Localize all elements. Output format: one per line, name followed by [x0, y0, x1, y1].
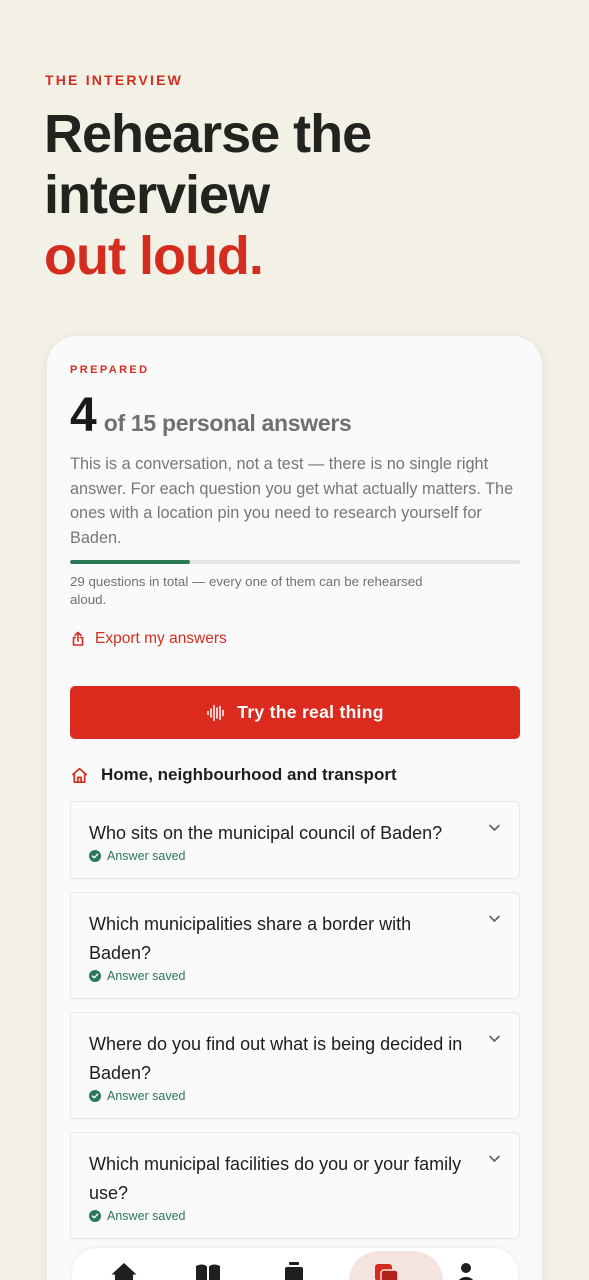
question-card[interactable]: Where do you find out what is being deci… — [70, 1012, 520, 1119]
question-list: Who sits on the municipal council of Bad… — [70, 801, 520, 1252]
eyebrow-label: THE INTERVIEW — [45, 72, 184, 88]
progress-bar-fill — [70, 560, 191, 564]
headline-line-1: Rehearse the — [44, 104, 372, 164]
home-icon — [70, 766, 89, 785]
answer-count-number: 4 — [70, 389, 97, 442]
answer-status-label: Answer saved — [107, 849, 186, 863]
question-text: Which municipal facilities do you or you… — [89, 1154, 462, 1203]
check-circle-icon — [89, 1090, 101, 1102]
document-icon — [279, 1248, 309, 1280]
section-title: Home, neighbourhood and transport — [101, 765, 397, 784]
person-icon — [451, 1248, 481, 1280]
share-icon — [70, 631, 86, 647]
progress-note: 29 questions in total — every one of the… — [70, 574, 423, 607]
page-headline: Rehearse the interview out loud. — [44, 104, 372, 287]
answer-status-label: Answer saved — [107, 1209, 186, 1223]
question-card[interactable]: Which municipalities share a border with… — [70, 892, 520, 999]
book-icon — [193, 1248, 223, 1280]
progress-bar — [70, 560, 520, 564]
tab-profile[interactable] — [436, 1248, 496, 1280]
bottom-tab-bar — [72, 1248, 518, 1280]
tab-learn[interactable] — [178, 1248, 238, 1280]
check-circle-icon — [89, 850, 101, 862]
chevron-down-icon[interactable] — [487, 1151, 502, 1166]
waveform-icon — [206, 703, 226, 723]
question-text: Who sits on the municipal council of Bad… — [89, 823, 443, 843]
phone-frame: PREPARED 4 of 15 personal answers This i… — [47, 336, 542, 1280]
export-answers-label: Export my answers — [95, 630, 227, 647]
answer-status-label: Answer saved — [107, 969, 186, 983]
question-text: Where do you find out what is being deci… — [89, 1034, 463, 1083]
tab-interview[interactable] — [349, 1248, 443, 1280]
try-real-thing-label: Try the real thing — [237, 702, 384, 722]
export-answers-link[interactable]: Export my answers — [70, 630, 227, 648]
chat-icon — [371, 1248, 401, 1280]
headline-accent: out loud. — [44, 226, 264, 286]
answer-status-label: Answer saved — [107, 1089, 186, 1103]
prepared-label: PREPARED — [70, 364, 150, 376]
headline-line-2: interview — [44, 165, 270, 225]
chevron-down-icon[interactable] — [487, 911, 502, 926]
answer-status: Answer saved — [89, 1089, 471, 1103]
home-icon — [109, 1248, 139, 1280]
question-text: Which municipalities share a border with… — [89, 914, 412, 963]
check-circle-icon — [89, 1210, 101, 1222]
try-real-thing-button[interactable]: Try the real thing — [70, 686, 520, 739]
section-header: Home, neighbourhood and transport — [70, 765, 397, 785]
tab-documents[interactable] — [264, 1248, 324, 1280]
chevron-down-icon[interactable] — [487, 820, 502, 835]
answer-count-text: of 15 personal answers — [103, 410, 352, 436]
chevron-down-icon[interactable] — [487, 1031, 502, 1046]
question-card[interactable]: Who sits on the municipal council of Bad… — [70, 801, 520, 879]
intro-description: This is a conversation, not a test — the… — [70, 455, 514, 547]
check-circle-icon — [89, 970, 101, 982]
answer-status: Answer saved — [89, 849, 471, 863]
answer-status: Answer saved — [89, 1209, 471, 1223]
tab-home[interactable] — [94, 1248, 154, 1280]
question-card[interactable]: Which municipal facilities do you or you… — [70, 1132, 520, 1239]
answer-status: Answer saved — [89, 969, 471, 983]
answer-count: 4 of 15 personal answers — [70, 388, 352, 443]
